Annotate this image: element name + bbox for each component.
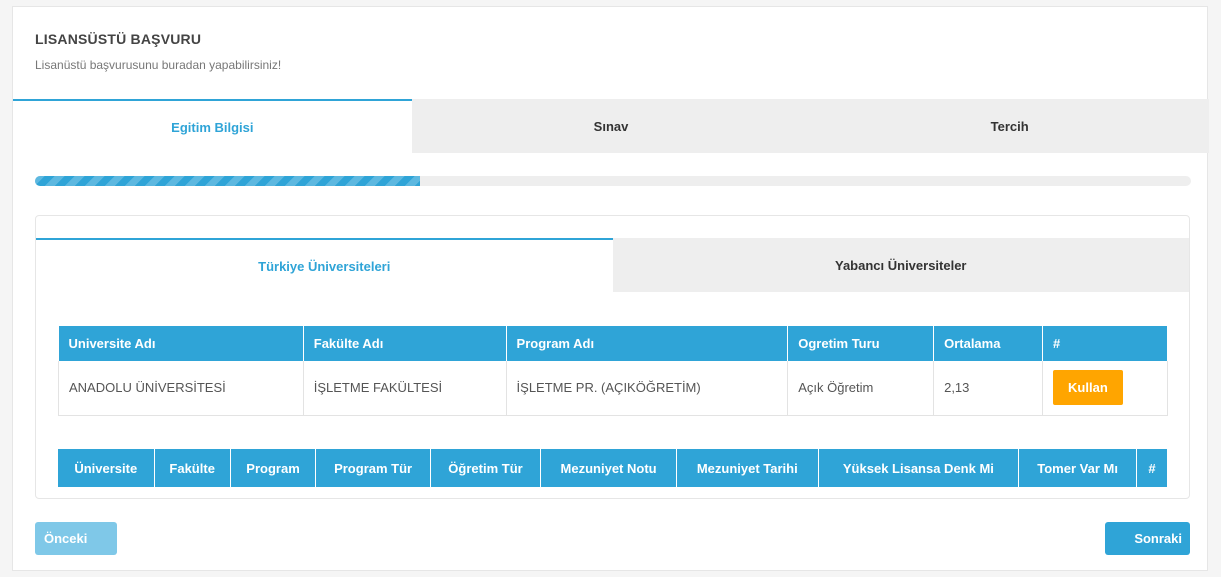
column-header: Program Adı xyxy=(506,326,789,361)
university-table: Universite Adı Fakülte Adı Program Adı O… xyxy=(58,326,1168,416)
wizard-steps: Egitim Bilgisi Sınav Tercih xyxy=(13,99,1210,153)
column-header: Tomer Var Mı xyxy=(1018,449,1137,487)
column-header: Yüksek Lisansa Denk Mi xyxy=(818,449,1020,487)
university-tabs: Türkiye Üniversiteleri Yabancı Üniversit… xyxy=(36,238,1189,292)
next-button[interactable]: Sonraki xyxy=(1105,522,1190,555)
progress-bar-fill xyxy=(35,176,420,186)
tab-turkiye-universiteleri[interactable]: Türkiye Üniversiteleri xyxy=(36,238,613,292)
application-card: LISANSÜSTÜ BAŞVURU Lisanüstü başvurusunu… xyxy=(12,6,1210,571)
column-header: Mezuniyet Notu xyxy=(540,449,677,487)
column-header: Program Tür xyxy=(315,449,431,487)
cell-action: Kullan xyxy=(1042,361,1168,416)
cell-fakulte: İŞLETME FAKÜLTESİ xyxy=(303,361,507,416)
progress-bar xyxy=(35,176,1191,186)
selected-education-table: Üniversite Fakülte Program Program Tür Ö… xyxy=(58,449,1169,487)
column-header: Üniversite xyxy=(58,449,155,487)
column-header: Ogretim Turu xyxy=(787,326,935,361)
step-tercih[interactable]: Tercih xyxy=(810,99,1210,153)
cell-ogretim: Açık Öğretim xyxy=(787,361,935,416)
column-header: Fakülte xyxy=(154,449,231,487)
column-header: Mezuniyet Tarihi xyxy=(676,449,819,487)
column-header: # xyxy=(1136,449,1169,487)
cell-program: İŞLETME PR. (AÇIKÖĞRETİM) xyxy=(506,361,789,416)
table-row: ANADOLU ÜNİVERSİTESİ İŞLETME FAKÜLTESİ İ… xyxy=(58,361,1168,416)
column-header: Ortalama xyxy=(933,326,1044,361)
education-panel: Türkiye Üniversiteleri Yabancı Üniversit… xyxy=(35,215,1190,499)
step-egitim-bilgisi[interactable]: Egitim Bilgisi xyxy=(13,99,412,153)
cell-universite: ANADOLU ÜNİVERSİTESİ xyxy=(58,361,304,416)
page-subtitle: Lisanüstü başvurusunu buradan yapabilirs… xyxy=(35,58,282,72)
step-sinav[interactable]: Sınav xyxy=(411,99,811,153)
column-header: Fakülte Adı xyxy=(303,326,507,361)
column-header: Program xyxy=(230,449,317,487)
column-header: Öğretim Tür xyxy=(430,449,542,487)
previous-button[interactable]: Önceki xyxy=(35,522,117,555)
table-header-row: Üniversite Fakülte Program Program Tür Ö… xyxy=(58,449,1169,487)
table-header-row: Universite Adı Fakülte Adı Program Adı O… xyxy=(58,326,1168,361)
cell-ortalama: 2,13 xyxy=(933,361,1044,416)
tab-yabanci-universiteler[interactable]: Yabancı Üniversiteler xyxy=(612,238,1189,292)
page-title: LISANSÜSTÜ BAŞVURU xyxy=(35,31,202,47)
column-header: # xyxy=(1042,326,1168,361)
kullan-button[interactable]: Kullan xyxy=(1053,370,1123,406)
column-header: Universite Adı xyxy=(58,326,304,361)
